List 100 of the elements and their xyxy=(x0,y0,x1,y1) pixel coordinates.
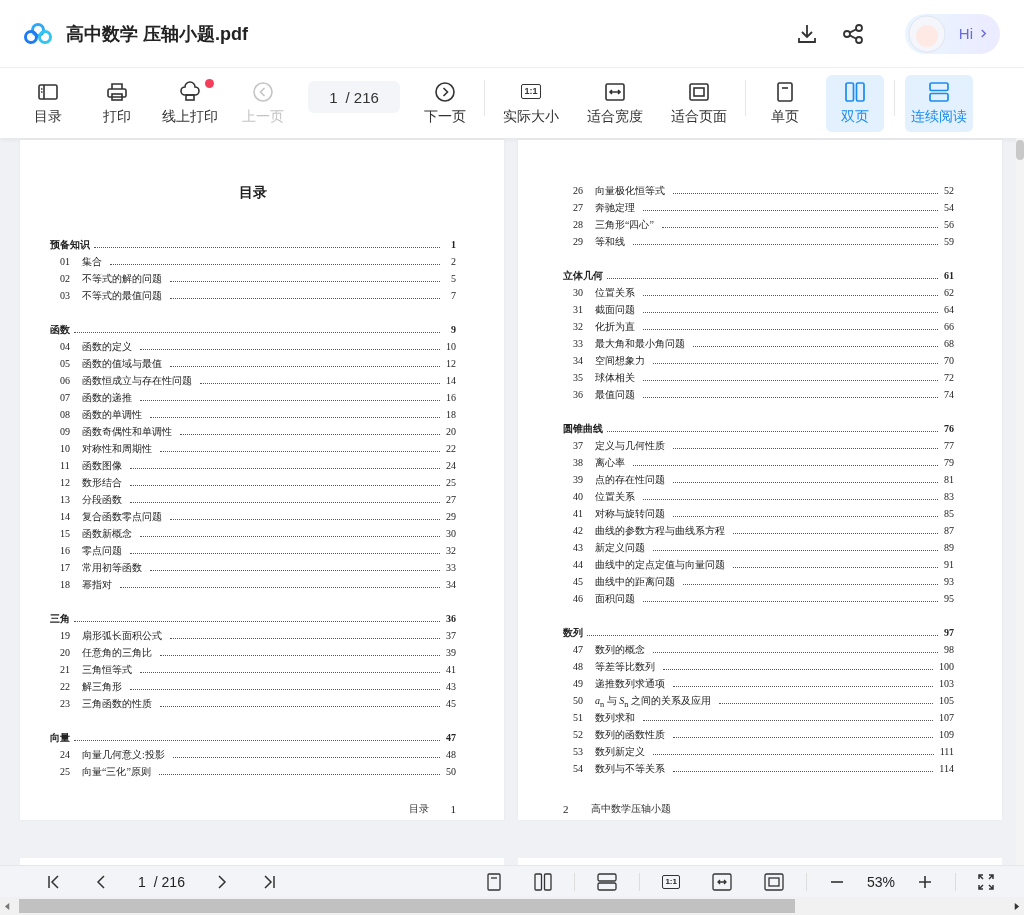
toc-section-title[interactable]: 向量 xyxy=(50,731,70,745)
toc-entry-title[interactable]: 定义与几何性质 xyxy=(595,439,665,453)
greeting-button[interactable]: Hi xyxy=(904,13,1000,54)
toc-entry-title[interactable]: 复合函数零点问题 xyxy=(82,510,162,524)
toc-entry-title[interactable]: 数列求和 xyxy=(595,711,635,725)
fit-width-icon[interactable] xyxy=(711,872,732,891)
toc-entry-number: 35 xyxy=(572,372,584,383)
toc-entry-title[interactable]: 函数图像 xyxy=(82,459,122,473)
scroll-right-icon[interactable] xyxy=(1013,902,1020,910)
toc-entry-title[interactable]: 等差等比数列 xyxy=(595,660,655,674)
toc-entry-title[interactable]: 不等式的最值问题 xyxy=(82,289,162,303)
page-total: / 216 xyxy=(153,873,185,890)
toc-entry-number: 21 xyxy=(59,664,71,675)
toc-entry-title[interactable]: 函数的值域与最值 xyxy=(82,357,162,371)
toc-entry-title[interactable]: 面积问题 xyxy=(595,592,635,606)
toc-section-title[interactable]: 数列 xyxy=(563,626,583,640)
toc-entry-title[interactable]: 位置关系 xyxy=(595,490,635,504)
zoom-in-icon[interactable] xyxy=(917,873,933,890)
toc-section-title[interactable]: 预备知识 xyxy=(50,238,90,252)
vertical-scrollbar[interactable] xyxy=(1016,138,1024,865)
toc-section-title[interactable]: 立体几何 xyxy=(563,269,603,283)
toc-entry-title[interactable]: 解三角形 xyxy=(82,680,122,694)
toc-entry-title[interactable]: 向量“三化”原则 xyxy=(82,765,151,779)
toc-entry-title[interactable]: 扇形弧长面积公式 xyxy=(82,629,162,643)
toolbar-button[interactable]: 线上打印 xyxy=(158,74,222,132)
scroll-left-icon[interactable] xyxy=(4,902,11,910)
toc-entry-title[interactable]: 三角形“四心” xyxy=(595,218,654,232)
toolbar-button[interactable]: 1:1 实际大小 xyxy=(495,74,567,132)
toc-entry-title[interactable]: 递推数列求通项 xyxy=(595,677,665,691)
toc-entry-title[interactable]: 数列的概念 xyxy=(595,643,645,657)
toc-entry-title[interactable]: 函数的定义 xyxy=(82,340,132,354)
page-number-field[interactable]: 1 / 216 xyxy=(308,81,400,113)
toc-entry-title[interactable]: 对称性和周期性 xyxy=(82,442,152,456)
page-number-field[interactable]: 1 xyxy=(138,873,146,890)
toc-entry-title[interactable]: 函数新概念 xyxy=(82,527,132,541)
toc-entry-title[interactable]: 曲线中的距离问题 xyxy=(595,575,675,589)
toc-entry-title[interactable]: 化折为直 xyxy=(595,320,635,334)
first-page-icon[interactable] xyxy=(46,873,62,890)
toolbar-button[interactable]: 适合页面 xyxy=(663,74,735,132)
toc-entry-title[interactable]: 最大角和最小角问题 xyxy=(595,337,685,351)
toc-entry-title[interactable]: 函数的递推 xyxy=(82,391,132,405)
toc-entry-title[interactable]: 曲线中的定点定值与向量问题 xyxy=(595,558,725,572)
toc-entry-title[interactable]: 等和线 xyxy=(595,235,625,249)
toc-entry-title[interactable]: 零点问题 xyxy=(82,544,122,558)
toc-entry-number: 17 xyxy=(59,562,71,573)
toc-section-title[interactable]: 三角 xyxy=(50,612,70,626)
page-number: 93 xyxy=(944,576,954,587)
toc-entry-title[interactable]: 最值问题 xyxy=(595,388,635,402)
toc-entry-title[interactable]: 数列新定义 xyxy=(595,745,645,759)
toc-entry-title[interactable]: 任意角的三角比 xyxy=(82,646,152,660)
toolbar-button[interactable]: 下一页 xyxy=(416,74,474,132)
page-number: 36 xyxy=(446,613,456,624)
toc-entry-title[interactable]: 数列与不等关系 xyxy=(595,762,665,776)
toc-entry-title[interactable]: 数列的函数性质 xyxy=(595,728,665,742)
toc-entry-number: 24 xyxy=(59,749,71,760)
fit-page-icon[interactable] xyxy=(763,872,784,891)
page-number: 98 xyxy=(944,644,954,655)
toc-entry-title[interactable]: 点的存在性问题 xyxy=(595,473,665,487)
toolbar-button[interactable]: 适合宽度 xyxy=(579,74,651,132)
toolbar-button[interactable]: 打印 xyxy=(88,74,146,132)
toolbar-button[interactable]: 单页 xyxy=(756,74,814,132)
toc-entry-number: 03 xyxy=(59,290,71,301)
toc-entry-title[interactable]: 向量几何意义:投影 xyxy=(82,748,165,762)
toc-entry-title[interactable]: 位置关系 xyxy=(595,286,635,300)
continuous-pages-icon[interactable] xyxy=(597,872,618,891)
toc-entry-title[interactable]: 函数恒成立与存在性问题 xyxy=(82,374,192,388)
toc-entry-title[interactable]: 对称与旋转问题 xyxy=(595,507,665,521)
single-page-icon[interactable] xyxy=(486,872,503,891)
toc-entry-title[interactable]: 不等式的解的问题 xyxy=(82,272,162,286)
page-number: 111 xyxy=(939,746,954,757)
toc-entry-title[interactable]: 函数奇偶性和单调性 xyxy=(82,425,172,439)
continuous-pages-icon xyxy=(928,80,950,103)
toc-entry-title[interactable]: 奔驰定理 xyxy=(595,201,635,215)
toc-entry-title[interactable]: 曲线的参数方程与曲线系方程 xyxy=(595,524,725,538)
toc-entry-title[interactable]: 三角函数的性质 xyxy=(82,697,152,711)
share-icon[interactable] xyxy=(840,21,865,46)
toc-entry-title[interactable]: 三角恒等式 xyxy=(82,663,132,677)
toc-entry-title[interactable]: 函数的单调性 xyxy=(82,408,142,422)
toc-section-title[interactable]: 圆锥曲线 xyxy=(563,422,603,436)
toc-entry-title[interactable]: 球体相关 xyxy=(595,371,635,385)
toc-entry-title[interactable]: 截面问题 xyxy=(595,303,635,317)
toc-entry-title[interactable]: 向量极化恒等式 xyxy=(595,184,665,198)
toc-entry-title[interactable]: 空间想象力 xyxy=(595,354,645,368)
double-page-icon[interactable] xyxy=(534,872,553,891)
toc-entry-title[interactable]: 数形结合 xyxy=(82,476,122,490)
toc-entry-number: 36 xyxy=(572,389,584,400)
toc-entry-title[interactable]: 分段函数 xyxy=(82,493,122,507)
toc-entry-title[interactable]: 离心率 xyxy=(595,456,625,470)
toc-entry-title[interactable]: a$_{n}$ 与 S$_{n}$ 之间的关系及应用 xyxy=(595,694,711,709)
toc-entry-title[interactable]: 幂指对 xyxy=(82,578,112,592)
page-number: 5 xyxy=(450,273,456,284)
toolbar-button[interactable]: 目录 xyxy=(20,74,76,132)
toc-entry-title[interactable]: 常用初等函数 xyxy=(82,561,142,575)
toc-entry-title[interactable]: 新定义问题 xyxy=(595,541,645,555)
toc-entry-number: 50 xyxy=(572,695,584,706)
actual-size-icon[interactable]: 1:1 xyxy=(662,874,680,889)
fullscreen-icon[interactable] xyxy=(978,873,994,890)
page-number: 39 xyxy=(446,647,456,658)
toc-entry-title[interactable]: 集合 xyxy=(82,255,102,269)
toc-section-title[interactable]: 函数 xyxy=(50,323,70,337)
